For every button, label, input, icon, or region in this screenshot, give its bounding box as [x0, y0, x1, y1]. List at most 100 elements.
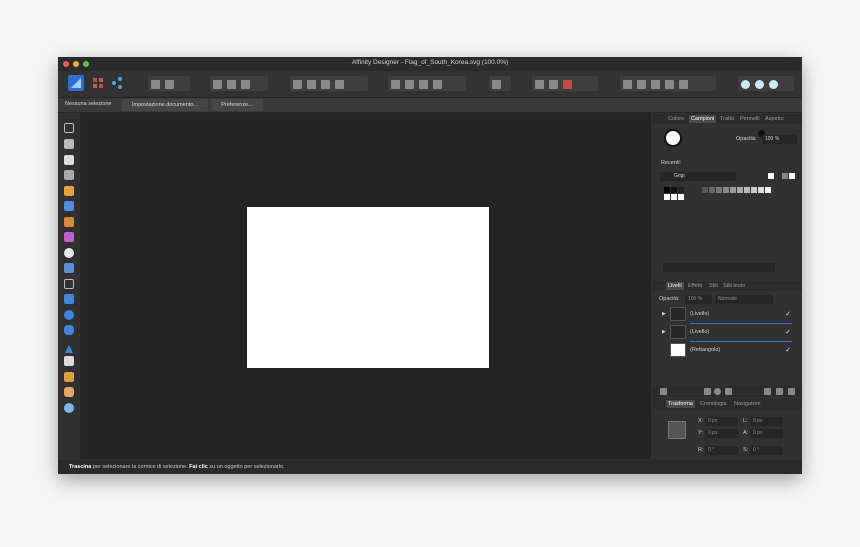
help-icon[interactable]: [769, 80, 778, 89]
group-icon[interactable]: [776, 388, 783, 395]
fill-swatch[interactable]: [664, 129, 682, 147]
rectangle-tool-icon[interactable]: [64, 294, 74, 304]
tab-aspetto[interactable]: Aspetto: [763, 115, 786, 123]
hand-tool-icon[interactable]: [64, 387, 74, 397]
point-transform-tool-icon[interactable]: [64, 170, 74, 180]
designer-persona-icon[interactable]: [68, 75, 84, 91]
swatch[interactable]: [723, 187, 729, 193]
swatch[interactable]: [671, 187, 677, 193]
preferences-icon[interactable]: [755, 80, 764, 89]
ellipse-tool-icon[interactable]: [64, 310, 74, 320]
arrange-tools-group[interactable]: [290, 76, 368, 91]
swatch[interactable]: [730, 187, 736, 193]
r-field[interactable]: 0 °: [705, 446, 738, 455]
swatch[interactable]: [751, 187, 757, 193]
tab-pennelli[interactable]: Pennelli: [738, 115, 762, 123]
snap-toggle-icon[interactable]: [549, 80, 558, 89]
divide-icon[interactable]: [679, 80, 688, 89]
visibility-check-icon[interactable]: ✓: [785, 310, 791, 318]
tab-trasforma[interactable]: Trasforma: [666, 400, 695, 408]
swatch[interactable]: [716, 187, 722, 193]
tab-tratto[interactable]: Tratto: [718, 115, 736, 123]
w-field[interactable]: 0 px: [750, 417, 783, 426]
layers-stack-icon[interactable]: [660, 388, 667, 395]
visibility-check-icon[interactable]: ✓: [785, 346, 791, 354]
intersect-icon[interactable]: [651, 80, 660, 89]
fit-icon[interactable]: [213, 80, 222, 89]
tab-cronologia[interactable]: Cronologia: [698, 400, 729, 408]
swatch[interactable]: [671, 194, 677, 200]
layer-row[interactable]: (Rettangolo) ✓: [660, 343, 794, 359]
triangle-tool-icon[interactable]: [64, 341, 74, 353]
transform-tools-group[interactable]: [489, 76, 511, 91]
fill-tool-icon[interactable]: [64, 232, 74, 242]
align-icon[interactable]: [227, 80, 236, 89]
swatch[interactable]: [709, 187, 715, 193]
backward-icon[interactable]: [307, 80, 316, 89]
align-justify-icon[interactable]: [433, 80, 442, 89]
y-field[interactable]: 0 px: [705, 429, 738, 438]
swatch-opacity-field[interactable]: 100 %: [762, 135, 797, 144]
move-tool-icon[interactable]: [64, 123, 74, 133]
blend-mode-dropdown[interactable]: Normale: [715, 295, 773, 304]
layer-row[interactable]: ▶ (Livello) ✓: [660, 325, 794, 341]
front-icon[interactable]: [335, 80, 344, 89]
text-tool-icon[interactable]: [64, 356, 74, 366]
pen-tool-icon[interactable]: [64, 186, 74, 196]
s-field[interactable]: 0 °: [750, 446, 783, 455]
assistant-tools-group[interactable]: [738, 76, 794, 91]
document-setup-button[interactable]: Impostazione documento...: [122, 99, 208, 111]
document-tools-group[interactable]: [148, 76, 190, 91]
tab-navigatore[interactable]: Navigatore: [732, 400, 763, 408]
swatch[interactable]: [664, 194, 670, 200]
layer-opacity-field[interactable]: 100 %: [685, 295, 712, 304]
swatch[interactable]: [744, 187, 750, 193]
tab-colore[interactable]: Colore: [666, 115, 686, 123]
tab-effetti[interactable]: Effetti: [686, 282, 704, 290]
swatch[interactable]: [678, 187, 684, 193]
node-tool-icon[interactable]: [64, 155, 74, 165]
fx-icon[interactable]: [725, 388, 732, 395]
place-image-tool-icon[interactable]: [64, 263, 74, 273]
snapping-icon[interactable]: [165, 80, 174, 89]
swatch[interactable]: [737, 187, 743, 193]
boolean-tools-group[interactable]: [620, 76, 716, 91]
swatch[interactable]: [664, 187, 670, 193]
tab-livelli[interactable]: Livelli: [666, 282, 684, 290]
swatch[interactable]: [768, 173, 774, 179]
zoom-tool-icon[interactable]: [64, 403, 74, 413]
crop-tool-icon[interactable]: [64, 279, 74, 289]
view-mode-icon[interactable]: [151, 80, 160, 89]
anchor-selector[interactable]: [668, 421, 686, 439]
color-picker-icon[interactable]: [64, 372, 74, 382]
x-field[interactable]: 0 px: [705, 417, 738, 426]
artboard-tool-icon[interactable]: [64, 139, 74, 149]
mask-icon[interactable]: [704, 388, 711, 395]
swatch-search-input[interactable]: [663, 263, 775, 272]
layer-row[interactable]: ▶ (Livello) ✓: [660, 307, 794, 323]
visibility-check-icon[interactable]: ✓: [785, 328, 791, 336]
h-field[interactable]: 0 px: [750, 429, 783, 438]
export-persona-icon[interactable]: [109, 75, 125, 91]
swatch[interactable]: [789, 173, 795, 179]
grid-tools-group[interactable]: [532, 76, 598, 91]
swatch[interactable]: [782, 173, 788, 179]
adjustment-icon[interactable]: [714, 388, 721, 395]
swatch[interactable]: [765, 187, 771, 193]
preferences-button[interactable]: Preferenze...: [211, 99, 263, 111]
tab-stili[interactable]: Stili: [707, 282, 720, 290]
assistant-icon[interactable]: [741, 80, 750, 89]
swatch[interactable]: [678, 194, 684, 200]
align-right-icon[interactable]: [419, 80, 428, 89]
distribute-icon[interactable]: [241, 80, 250, 89]
forward-icon[interactable]: [321, 80, 330, 89]
back-icon[interactable]: [293, 80, 302, 89]
expand-arrow-icon[interactable]: ▶: [662, 311, 666, 317]
align-left-icon[interactable]: [391, 80, 400, 89]
pencil-tool-icon[interactable]: [64, 201, 74, 211]
pixel-persona-icon[interactable]: [90, 75, 106, 91]
palette-dropdown[interactable]: Grigi: [660, 172, 736, 181]
subtract-icon[interactable]: [637, 80, 646, 89]
add-layer-icon[interactable]: [764, 388, 771, 395]
transparency-tool-icon[interactable]: [64, 248, 74, 258]
